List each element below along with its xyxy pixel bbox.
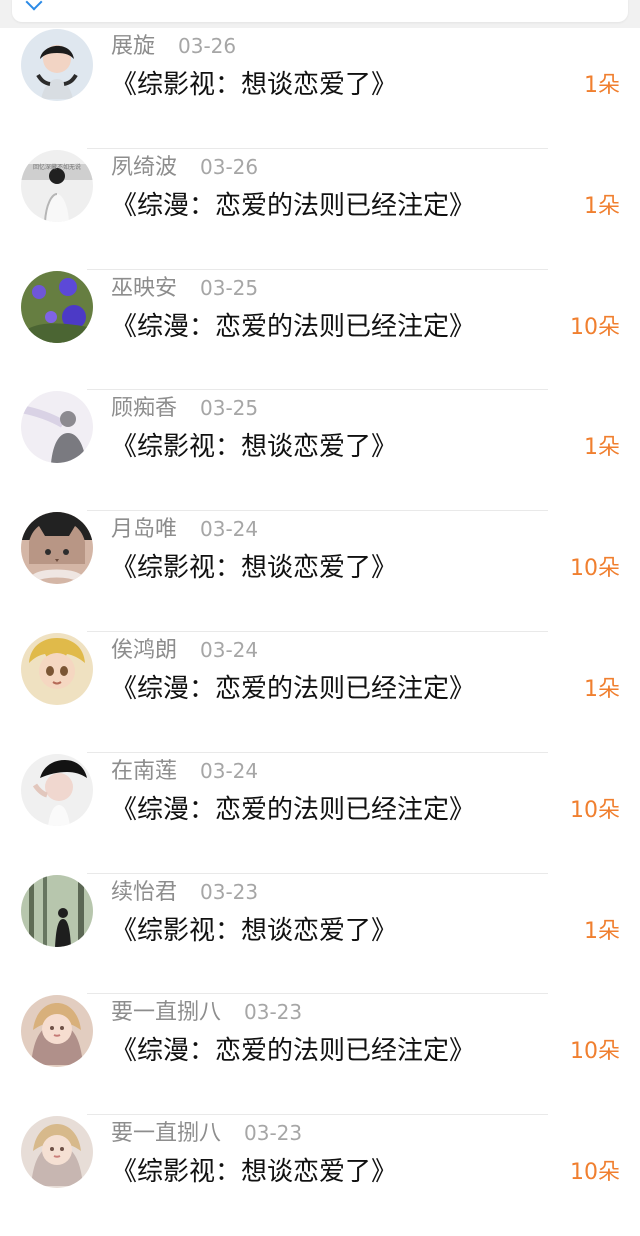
name-line: 要一直捌八 03-23 xyxy=(111,997,302,1027)
avatar-person-white-shirt-icon: 回忆深藏不如无说 xyxy=(21,149,93,222)
gift-amount: 1朵 xyxy=(584,918,620,944)
book-title[interactable]: 《综漫：恋爱的法则已经注定》 xyxy=(111,1033,475,1069)
gift-date: 03-26 xyxy=(200,154,259,179)
svg-text:回忆深藏不如无说: 回忆深藏不如无说 xyxy=(33,163,81,171)
avatar[interactable]: 回忆深藏不如无说 xyxy=(21,149,93,222)
list-item[interactable]: 续怡君 03-23 《综影视：想谈恋爱了》 1朵 xyxy=(0,874,640,995)
gift-amount: 1朵 xyxy=(584,73,620,98)
gift-date: 03-23 xyxy=(244,1000,303,1025)
list-item[interactable]: 在南莲 03-24 《综漫：恋爱的法则已经注定》 10朵 xyxy=(0,753,640,874)
user-name: 在南莲 xyxy=(111,758,178,784)
book-title[interactable]: 《综影视：想谈恋爱了》 xyxy=(111,550,397,586)
name-line: 要一直捌八 03-23 xyxy=(111,1118,302,1148)
avatar-cat-icon xyxy=(21,512,93,585)
gift-date: 03-23 xyxy=(244,1121,303,1146)
user-name: 要一直捌八 xyxy=(111,1000,222,1026)
gift-date: 03-23 xyxy=(200,879,259,904)
gift-amount: 1朵 xyxy=(584,676,620,702)
gift-amount: 1朵 xyxy=(584,435,620,461)
list-item[interactable]: 回忆深藏不如无说 夙绮波 03-26 《综漫：恋爱的法则已经注定》 1朵 xyxy=(0,149,640,270)
name-line: 月岛唯 03-24 xyxy=(111,514,258,544)
gift-date: 03-24 xyxy=(200,517,259,542)
avatar-silhouette-icon xyxy=(21,391,93,464)
gift-amount: 10朵 xyxy=(570,556,620,582)
gift-list: 展旋 03-26 《综影视：想谈恋爱了》 1朵 回忆深藏不如无说 夙绮波 03-… xyxy=(0,28,640,1236)
name-line: 巫映安 03-25 xyxy=(111,273,258,303)
avatar[interactable] xyxy=(21,512,93,585)
list-item[interactable]: 俟鸿朗 03-24 《综漫：恋爱的法则已经注定》 1朵 xyxy=(0,632,640,753)
avatar-flowers-icon xyxy=(21,270,93,343)
avatar-anime-icon xyxy=(21,632,93,705)
avatar[interactable] xyxy=(21,995,93,1068)
book-title[interactable]: 《综漫：恋爱的法则已经注定》 xyxy=(111,309,475,345)
user-name: 巫映安 xyxy=(111,275,178,301)
gift-date: 03-25 xyxy=(200,275,259,300)
gift-date: 03-26 xyxy=(178,34,237,58)
list-item[interactable]: 顾痴香 03-25 《综影视：想谈恋爱了》 1朵 xyxy=(0,390,640,512)
book-title[interactable]: 《综漫：恋爱的法则已经注定》 xyxy=(111,792,475,828)
gift-amount: 10朵 xyxy=(570,797,620,823)
avatar-illustration-icon xyxy=(21,995,93,1068)
name-line: 顾痴香 03-25 xyxy=(111,393,258,423)
user-name: 月岛唯 xyxy=(111,517,178,543)
gift-date: 03-25 xyxy=(200,396,259,421)
book-title[interactable]: 《综漫：恋爱的法则已经注定》 xyxy=(111,188,475,224)
book-title[interactable]: 《综影视：想谈恋爱了》 xyxy=(111,67,397,103)
gift-date: 03-24 xyxy=(200,637,259,662)
list-item[interactable]: 巫映安 03-25 《综漫：恋爱的法则已经注定》 10朵 xyxy=(0,270,640,391)
gift-date: 03-24 xyxy=(200,758,259,783)
avatar-forest-icon xyxy=(21,874,93,947)
avatar[interactable] xyxy=(21,874,93,947)
list-item[interactable]: 要一直捌八 03-23 《综影视：想谈恋爱了》 10朵 xyxy=(0,1115,640,1236)
top-card xyxy=(12,0,628,22)
avatar-portrait-icon xyxy=(21,29,93,101)
gift-amount: 1朵 xyxy=(584,193,620,219)
avatar[interactable] xyxy=(21,632,93,705)
avatar[interactable] xyxy=(21,270,93,343)
avatar[interactable] xyxy=(21,29,93,101)
gift-amount: 10朵 xyxy=(570,314,620,340)
user-name: 续怡君 xyxy=(111,879,178,905)
user-name: 夙绮波 xyxy=(111,154,178,180)
list-item[interactable]: 展旋 03-26 《综影视：想谈恋爱了》 1朵 xyxy=(0,28,640,149)
name-line: 展旋 03-26 xyxy=(111,31,236,61)
user-name: 顾痴香 xyxy=(111,396,178,422)
book-title[interactable]: 《综漫：恋爱的法则已经注定》 xyxy=(111,671,475,707)
name-line: 在南莲 03-24 xyxy=(111,756,258,786)
book-title[interactable]: 《综影视：想谈恋爱了》 xyxy=(111,429,397,465)
gift-amount: 10朵 xyxy=(570,1039,620,1065)
name-line: 续怡君 03-23 xyxy=(111,877,258,907)
name-line: 夙绮波 03-26 xyxy=(111,152,258,182)
name-line: 俟鸿朗 03-24 xyxy=(111,635,258,665)
user-name: 要一直捌八 xyxy=(111,1121,222,1147)
user-name: 展旋 xyxy=(111,34,156,59)
top-bar xyxy=(0,0,640,28)
list-item[interactable]: 月岛唯 03-24 《综影视：想谈恋爱了》 10朵 xyxy=(0,511,640,632)
gift-amount: 10朵 xyxy=(570,1160,620,1186)
avatar-portrait-icon xyxy=(21,753,93,826)
avatar[interactable] xyxy=(21,391,93,464)
book-title[interactable]: 《综影视：想谈恋爱了》 xyxy=(111,913,397,949)
avatar[interactable] xyxy=(21,753,93,826)
avatar-illustration-icon xyxy=(21,1116,93,1189)
list-item[interactable]: 要一直捌八 03-23 《综漫：恋爱的法则已经注定》 10朵 xyxy=(0,994,640,1116)
book-title[interactable]: 《综影视：想谈恋爱了》 xyxy=(111,1154,397,1190)
user-name: 俟鸿朗 xyxy=(111,637,178,663)
avatar[interactable] xyxy=(21,1116,93,1189)
